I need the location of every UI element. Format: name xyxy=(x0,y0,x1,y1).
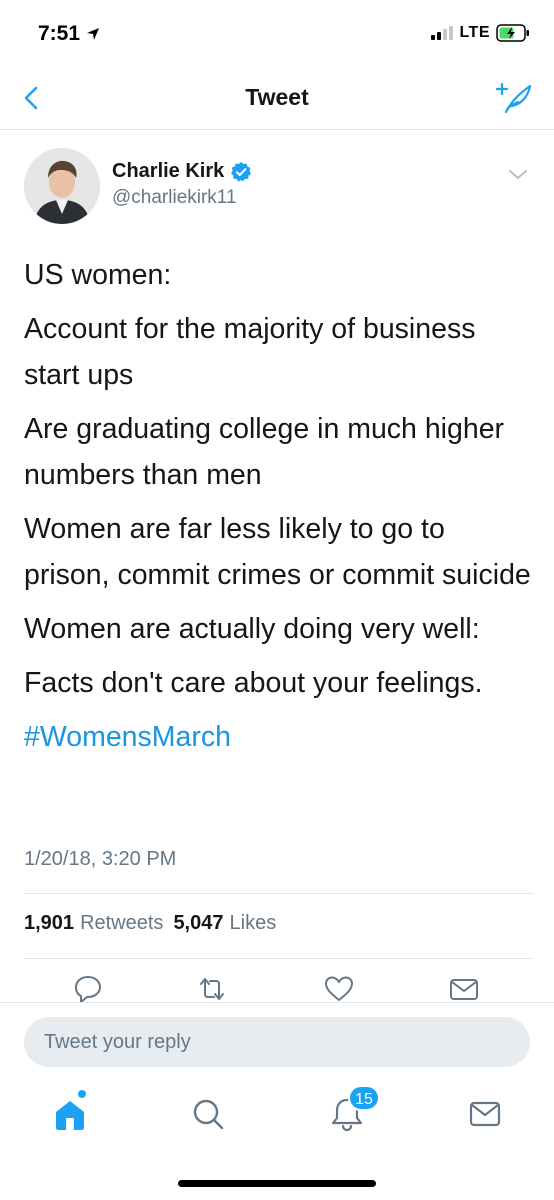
retweet-icon xyxy=(200,978,224,1000)
tweet-options-button[interactable] xyxy=(504,160,532,188)
home-icon xyxy=(56,1101,84,1130)
verified-icon xyxy=(231,161,252,182)
divider xyxy=(24,958,534,959)
tab-search[interactable] xyxy=(186,1092,230,1136)
status-time-text: 7:51 xyxy=(38,22,81,45)
tweet-timestamp: 1/20/18, 3:20 PM xyxy=(24,848,177,870)
status-bar: 7:51 LTE xyxy=(0,0,554,66)
retweets-stat[interactable]: 1,901 Retweets xyxy=(24,912,163,935)
notifications-badge: 15 xyxy=(348,1085,380,1111)
author-name[interactable]: Charlie Kirk xyxy=(112,160,252,183)
reply-icon xyxy=(75,976,101,1003)
reply-input[interactable] xyxy=(24,1017,530,1067)
tweet-paragraph: Are graduating college in much higher nu… xyxy=(24,413,505,491)
tweet-paragraph: US women: xyxy=(24,259,172,291)
retweets-count: 1,901 xyxy=(24,912,75,934)
chevron-down-icon xyxy=(509,170,527,179)
likes-label: Likes xyxy=(229,912,277,934)
tweet-paragraph: Women are far less likely to go to priso… xyxy=(24,513,531,591)
author-name-text: Charlie Kirk xyxy=(112,160,225,182)
compose-icon xyxy=(495,82,532,114)
author-handle[interactable]: @charliekirk11 xyxy=(112,187,237,209)
divider xyxy=(24,893,534,894)
page-title: Tweet xyxy=(245,84,309,110)
signal-icon xyxy=(431,26,454,40)
tweet-stats: 1,901 Retweets 5,047 Likes xyxy=(24,912,276,935)
reply-button[interactable] xyxy=(71,972,105,1006)
tweet-paragraph: Facts don't care about your feelings. xyxy=(24,667,483,699)
compose-button[interactable] xyxy=(494,78,534,118)
dm-button[interactable] xyxy=(447,972,481,1006)
status-time: 7:51 xyxy=(38,22,100,46)
tab-messages[interactable] xyxy=(463,1092,507,1136)
home-new-indicator xyxy=(78,1090,86,1098)
like-button[interactable] xyxy=(322,972,356,1006)
hashtag-link[interactable]: #WomensMarch xyxy=(24,721,231,753)
tab-home[interactable] xyxy=(48,1092,92,1136)
battery-icon xyxy=(496,24,529,42)
status-indicators: LTE xyxy=(431,24,530,42)
likes-count: 5,047 xyxy=(173,912,224,934)
tweet-paragraph: Women are actually doing very well: xyxy=(24,613,480,645)
messages-icon xyxy=(469,1101,501,1127)
dm-icon xyxy=(450,979,478,1000)
reply-bar xyxy=(0,1002,554,1078)
tweet-text: US women: Account for the majority of bu… xyxy=(24,252,534,768)
search-icon xyxy=(193,1099,224,1130)
avatar[interactable] xyxy=(24,148,100,224)
location-arrow-icon xyxy=(87,28,100,40)
network-label: LTE xyxy=(459,24,490,41)
home-indicator[interactable] xyxy=(178,1180,376,1187)
tweet-paragraph: Account for the majority of business sta… xyxy=(24,313,476,391)
nav-bar: Tweet xyxy=(0,66,554,130)
retweet-button[interactable] xyxy=(195,972,229,1006)
likes-stat[interactable]: 5,047 Likes xyxy=(173,912,276,935)
avatar-image xyxy=(24,148,100,224)
like-icon xyxy=(325,976,353,1001)
retweets-label: Retweets xyxy=(80,912,164,934)
